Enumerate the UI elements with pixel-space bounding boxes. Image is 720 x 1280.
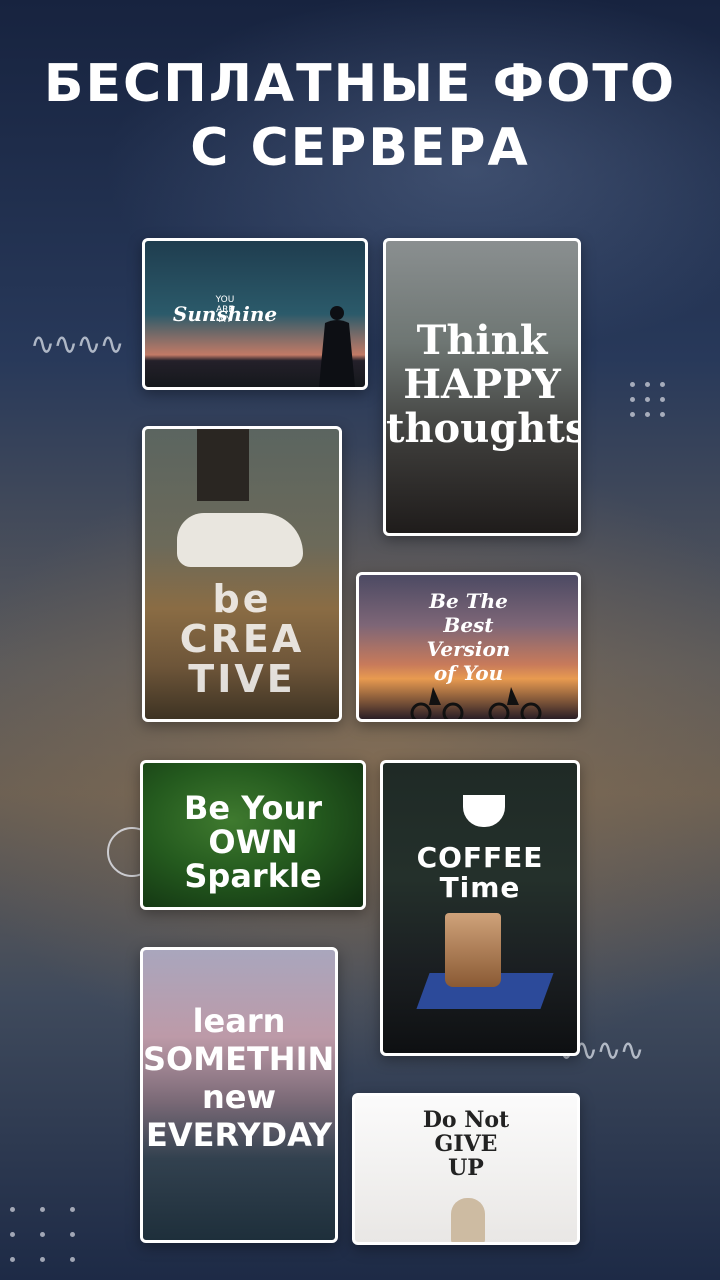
title-line-2: С СЕРВЕРА bbox=[190, 118, 530, 178]
dot-grid-decoration-right bbox=[630, 382, 665, 417]
card-quote: COFFEE Time bbox=[416, 841, 544, 904]
card-quote: Sunshine bbox=[172, 302, 278, 326]
photo-card-be-the-best-version[interactable]: Be The Best Version of You bbox=[356, 572, 581, 722]
leg-graphic bbox=[197, 429, 249, 501]
photo-card-think-happy-thoughts[interactable]: Think HAPPY thoughts bbox=[383, 238, 581, 536]
page-title: БЕСПЛАТНЫЕ ФОТО С СЕРВЕРА bbox=[0, 52, 720, 180]
wave-decoration-left: ∿∿∿∿ bbox=[30, 327, 125, 362]
card-quote: learn SOMETHING new EVERYDAY bbox=[143, 1002, 335, 1154]
coffee-cup-icon bbox=[463, 795, 505, 827]
photo-card-you-are-my-sunshine[interactable]: YOU ARE MY Sunshine bbox=[142, 238, 368, 390]
sneaker-graphic bbox=[177, 513, 303, 567]
card-quote: Be Your OWN Sparkle bbox=[183, 789, 322, 895]
photo-card-be-creative[interactable]: be CREA TIVE bbox=[142, 426, 342, 722]
card-quote: be CREA TIVE bbox=[179, 577, 305, 701]
photo-card-learn-something-new[interactable]: learn SOMETHING new EVERYDAY bbox=[140, 947, 338, 1243]
title-line-1: БЕСПЛАТНЫЕ ФОТО bbox=[43, 54, 677, 114]
cyclists-silhouette bbox=[410, 687, 542, 719]
card-quote: Be The Best Version of You bbox=[426, 589, 511, 685]
iced-coffee-graphic bbox=[445, 913, 501, 987]
silhouette-figure bbox=[319, 306, 355, 387]
photo-card-coffee-time[interactable]: COFFEE Time bbox=[380, 760, 580, 1056]
chair-graphic bbox=[451, 1198, 485, 1242]
photo-card-be-your-own-sparkle[interactable]: Be Your OWN Sparkle bbox=[140, 760, 366, 910]
dot-grid-decoration-left bbox=[10, 1207, 75, 1262]
photo-card-do-not-give-up[interactable]: Do Not GIVE UP bbox=[352, 1093, 580, 1245]
card-quote: Think HAPPY thoughts bbox=[386, 317, 581, 452]
card-quote: Do Not GIVE UP bbox=[422, 1107, 510, 1181]
